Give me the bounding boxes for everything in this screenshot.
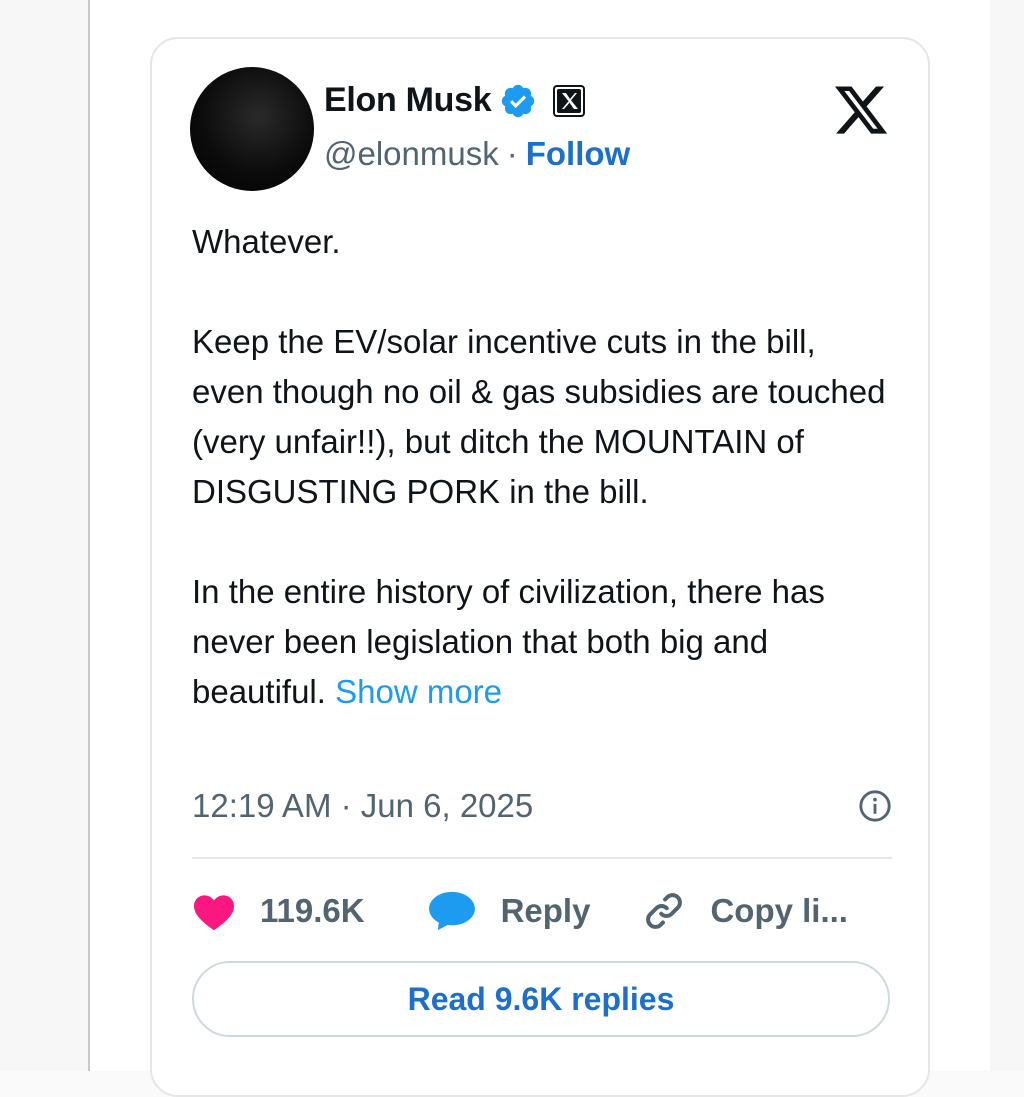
reply-label: Reply — [500, 892, 591, 929]
tweet-text: Whatever. Keep the EV/solar incentive cu… — [192, 217, 892, 717]
speech-bubble-icon — [428, 891, 475, 931]
like-count: 119.6K — [260, 892, 365, 929]
author-name-row: Elon Musk — [324, 81, 586, 120]
author-name[interactable]: Elon Musk — [324, 81, 492, 120]
avatar[interactable] — [190, 67, 314, 191]
verified-badge-icon — [502, 84, 535, 117]
x-affiliation-icon — [553, 84, 586, 117]
x-logo-icon[interactable] — [832, 81, 890, 139]
tweet-card[interactable]: Elon Musk @elonmusk · Follow Whatever. K… — [150, 37, 930, 1097]
tweet-meta-row: 12:19 AM · Jun 6, 2025 — [192, 787, 892, 825]
action-bar: 119.6K Reply Copy li... — [192, 889, 892, 933]
follow-button[interactable]: Follow — [526, 135, 630, 173]
like-button[interactable]: 119.6K — [192, 891, 365, 931]
heart-icon — [194, 895, 234, 931]
tweet-paragraph: Keep the EV/solar incentive cuts in the … — [192, 323, 886, 510]
tweet-paragraph: In the entire history of civilization, t… — [192, 567, 892, 717]
author-handle-row: @elonmusk · Follow — [324, 135, 630, 173]
show-more-link[interactable]: Show more — [335, 673, 502, 710]
author-handle[interactable]: @elonmusk — [324, 135, 499, 173]
read-replies-label: Read 9.6K replies — [407, 980, 675, 1017]
copy-link-label: Copy li... — [710, 892, 848, 929]
info-icon[interactable] — [858, 789, 892, 823]
tweet-paragraph: Whatever. — [192, 223, 341, 260]
link-icon — [646, 893, 683, 929]
copy-link-button[interactable]: Copy li... — [642, 889, 848, 933]
tweet-paragraph-text: In the entire history of civilization, t… — [192, 573, 825, 710]
tweet-timestamp[interactable]: 12:19 AM · Jun 6, 2025 — [192, 787, 533, 825]
reply-button[interactable]: Reply — [427, 890, 591, 932]
read-replies-button[interactable]: Read 9.6K replies — [192, 961, 890, 1037]
separator-dot: · — [506, 135, 518, 172]
divider — [192, 857, 892, 859]
